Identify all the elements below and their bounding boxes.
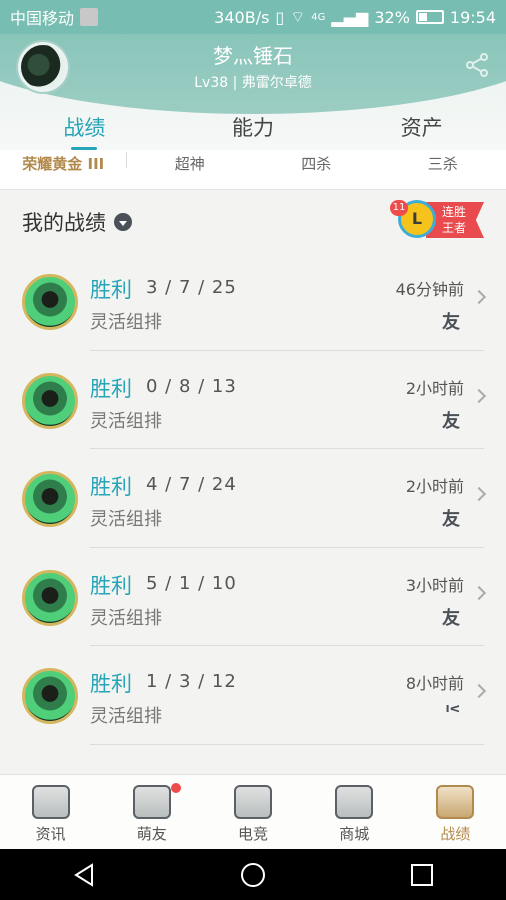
my-records-title[interactable]: 我的战绩 [22,207,132,237]
battery-percent: 32% [374,7,410,27]
champion-icon [22,569,78,626]
match-kda: 0 / 8 / 13 [146,375,237,397]
share-icon[interactable] [464,52,490,78]
tab-ability[interactable]: 能力 [169,108,338,150]
match-mode: 灵活组排 [90,607,162,629]
friend-tag-icon: 友 [442,509,460,530]
team-tag-icon: ᑊᑉ [445,702,460,723]
tab-records[interactable]: 战绩 [0,108,169,150]
champion-icon [22,471,78,527]
friend-tag-icon: 友 [442,312,460,333]
match-row[interactable]: 胜利 1 / 3 / 12 灵活组排 8小时前 ᑊᑉ [0,646,506,745]
match-result: 胜利 [90,475,132,499]
match-result: 胜利 [90,278,132,302]
network-type: 4G [311,11,326,23]
chevron-right-icon [471,289,487,305]
shop-icon [335,785,374,819]
match-result: 胜利 [90,376,132,401]
match-result: 胜利 [90,672,132,696]
match-row[interactable]: 胜利 4 / 7 / 24 灵活组排 2小时前 友 [0,449,506,548]
chevron-right-icon [471,486,487,502]
nav-label: 战绩 [440,825,471,843]
match-time: 3小时前 [405,575,464,595]
battery-icon [415,10,444,24]
nav-label: 商城 [339,825,370,843]
match-result: 胜利 [90,573,132,598]
network-speed: 340B/s [214,7,270,27]
win-streak-badge[interactable]: 连胜 王者 L 11 [390,200,486,242]
esports-icon [234,785,272,819]
main-tabs: 战绩 能力 资产 [0,108,506,150]
clock: 19:54 [449,7,496,27]
nav-label: 资讯 [35,825,66,843]
friend-tag-icon: 友 [442,607,460,629]
records-icon [436,785,475,819]
nav-friends[interactable]: 萌友 [101,775,202,849]
news-icon [31,785,70,819]
back-icon[interactable] [70,861,98,889]
nav-news[interactable]: 资讯 [0,775,101,849]
match-row[interactable]: 胜利 0 / 8 / 13 灵活组排 2小时前 友 [0,351,506,449]
triple-kill-count[interactable]: 三杀 [380,150,506,189]
champion-icon [22,668,78,724]
legendary-count[interactable]: 超神 [127,150,254,189]
rank-tier[interactable]: 荣耀黄金 III [0,150,127,189]
player-nickname: 梦灬锤石 [213,44,293,68]
signal-icon: ▂▄▆ [331,7,369,27]
streak-line2: 王者 [442,221,467,235]
wifi-icon: ⌔ [290,7,306,26]
match-kda: 4 / 7 / 24 [146,474,237,495]
match-mode: 灵活组排 [90,706,162,727]
recents-icon[interactable] [408,861,436,889]
nav-label: 萌友 [136,825,167,843]
carrier-label: 中国移动 [10,9,75,28]
champion-icon [22,372,78,429]
status-bar: 中国移动 340B/s ▯ ⌔ 4G ▂▄▆ 32% 19:54 [0,0,506,34]
streak-count: 11 [390,200,408,216]
champion-icon [22,274,78,330]
match-kda: 5 / 1 / 10 [146,572,237,594]
match-row[interactable]: 胜利 5 / 1 / 10 灵活组排 3小时前 友 [0,548,506,646]
nav-esports[interactable]: 电竞 [202,775,303,849]
chevron-right-icon [471,683,487,699]
match-list: 胜利 3 / 7 / 25 灵活组排 46分钟前 友 胜利 0 / 8 / 13… [0,252,506,774]
friends-icon [132,785,171,819]
bottom-navigation: 资讯 萌友 电竞 商城 战绩 [0,774,506,849]
match-mode: 灵活组排 [90,312,162,333]
notification-thumbnail-icon [80,8,99,26]
nav-records[interactable]: 战绩 [405,775,506,849]
match-kda: 3 / 7 / 25 [146,277,237,298]
chevron-down-icon[interactable] [114,213,132,231]
tab-assets[interactable]: 资产 [337,108,506,150]
notification-dot [171,783,182,793]
row-divider [90,743,484,745]
nav-label: 电竞 [238,825,269,843]
chevron-right-icon [471,388,487,403]
match-time: 2小时前 [405,477,464,496]
match-row[interactable]: 胜利 3 / 7 / 25 灵活组排 46分钟前 友 [0,252,506,351]
friend-tag-icon: 友 [442,410,460,432]
home-icon[interactable] [239,861,267,889]
section-title-text: 我的战绩 [22,211,106,235]
match-kda: 1 / 3 / 12 [146,671,237,692]
match-mode: 灵活组排 [90,410,162,432]
vibrate-icon: ▯ [275,7,285,27]
match-time: 46分钟前 [395,280,464,299]
streak-line1: 连胜 [442,205,467,219]
nav-shop[interactable]: 商城 [304,775,405,849]
summary-tabs: 荣耀黄金 III 超神 四杀 三杀 [0,150,506,190]
chevron-right-icon [471,585,487,600]
player-level-region: Lv38 | 弗雷尔卓德 [194,75,312,91]
match-mode: 灵活组排 [90,509,162,530]
system-navigation-bar [0,849,506,900]
quadra-kill-count[interactable]: 四杀 [253,150,380,189]
match-time: 8小时前 [405,674,464,693]
match-time: 2小时前 [405,378,464,398]
